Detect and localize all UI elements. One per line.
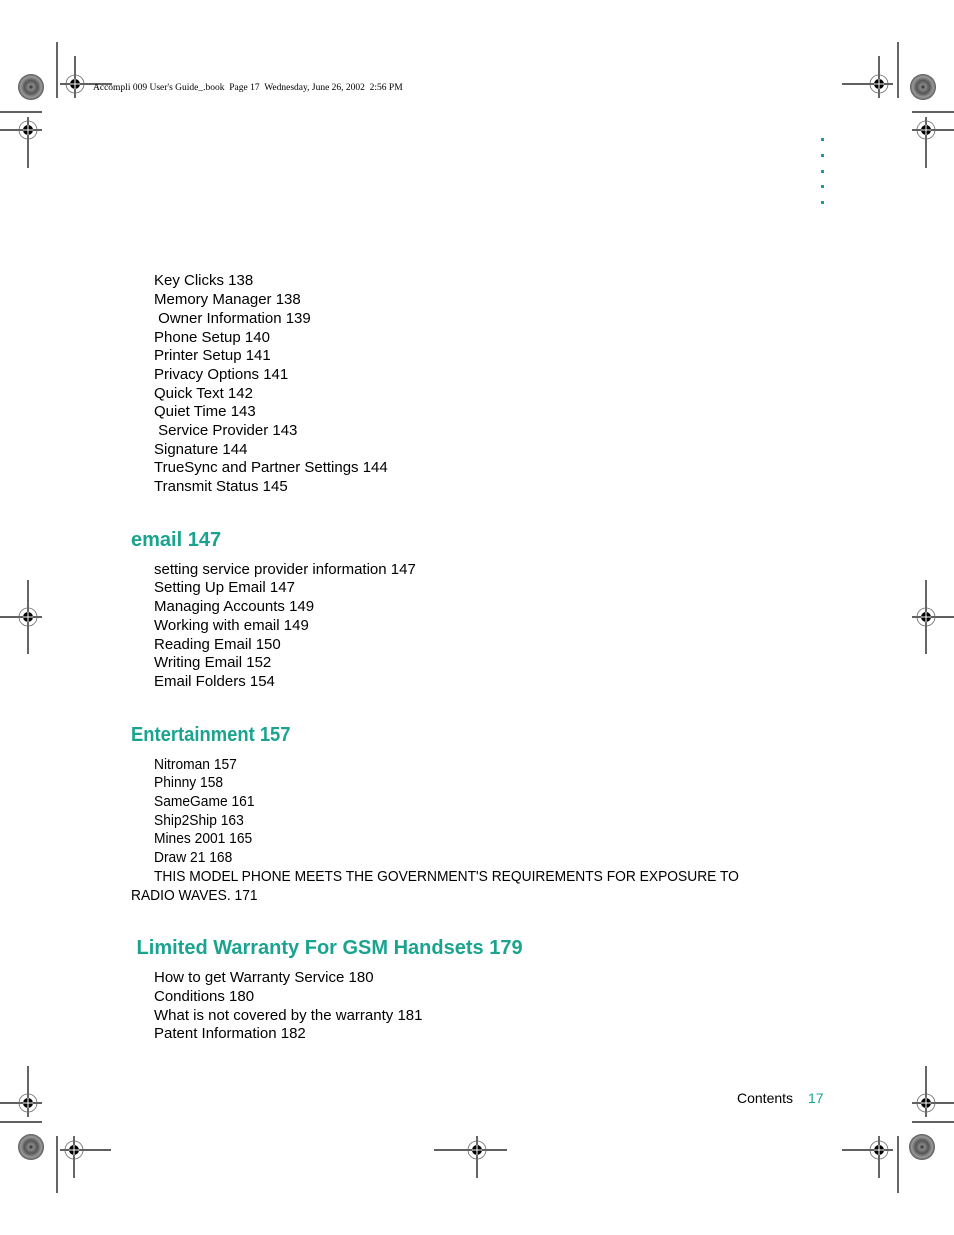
crosshair-target-icon (60, 1136, 111, 1178)
crosshair-target-icon (434, 1136, 507, 1178)
starburst-icon (910, 74, 936, 100)
starburst-icon (18, 74, 44, 100)
crosshair-target-icon (912, 580, 954, 654)
crosshair-target-icon (0, 111, 42, 168)
starburst-icon (909, 1134, 935, 1160)
crosshair-target-icon (842, 1136, 893, 1178)
crosshair-target-icon (912, 1066, 954, 1123)
starburst-icon (18, 1134, 44, 1160)
crosshair-target-icon (0, 1066, 42, 1123)
crosshair-target-icon (0, 580, 42, 654)
crosshair-target-icon (912, 111, 954, 168)
crosshair-target-icon (842, 56, 893, 98)
crosshair-target-icon (60, 56, 112, 98)
registration-marks (0, 42, 954, 1193)
